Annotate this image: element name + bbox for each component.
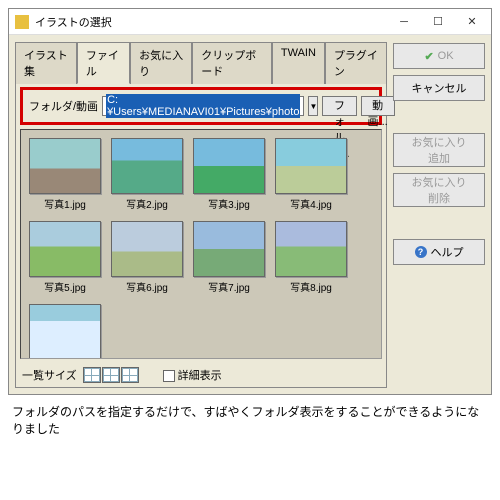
- app-icon: [15, 15, 29, 29]
- thumbnail-image: [193, 138, 265, 194]
- file-name: 写真5.jpg: [29, 279, 101, 294]
- tab-favorites[interactable]: お気に入り: [130, 42, 192, 84]
- browse-movie-button[interactable]: 動画...: [361, 96, 395, 116]
- file-name: 写真7.jpg: [193, 279, 265, 294]
- thumbnail-image: [275, 221, 347, 277]
- file-name: 写真3.jpg: [193, 196, 265, 211]
- thumbnail-list[interactable]: 写真1.jpg 写真2.jpg 写真3.jpg 写真4.jpg 写真5.jpg …: [20, 129, 382, 359]
- size-medium-button[interactable]: [102, 367, 120, 383]
- size-small-button[interactable]: [83, 367, 101, 383]
- tab-illustrations[interactable]: イラスト集: [15, 42, 77, 84]
- file-name: 写真1.jpg: [29, 196, 101, 211]
- minimize-button[interactable]: ─: [387, 11, 421, 33]
- tab-plugin[interactable]: プラグイン: [325, 42, 387, 84]
- tab-clipboard[interactable]: クリップボード: [192, 42, 272, 84]
- thumbnail-image: [111, 138, 183, 194]
- list-item[interactable]: 写真5.jpg: [29, 221, 101, 294]
- close-button[interactable]: ✕: [455, 11, 489, 33]
- browse-folder-button[interactable]: フォルダ...: [322, 96, 356, 116]
- file-name: 写真2.jpg: [111, 196, 183, 211]
- help-button[interactable]: ?ヘルプ: [393, 239, 485, 265]
- list-item[interactable]: 写真7.jpg: [193, 221, 265, 294]
- list-item[interactable]: 写真3.jpg: [193, 138, 265, 211]
- dialog-window: イラストの選択 ─ ☐ ✕ イラスト集 ファイル お気に入り クリップボード T…: [8, 8, 492, 395]
- file-name: 写真6.jpg: [111, 279, 183, 294]
- path-row-highlight: フォルダ/動画 C:¥Users¥MEDIANAVI01¥Pictures¥ph…: [20, 87, 382, 125]
- titlebar: イラストの選択 ─ ☐ ✕: [9, 9, 491, 35]
- window-title: イラストの選択: [35, 14, 387, 30]
- checkbox-icon: [163, 370, 175, 382]
- thumbnail-image: [29, 304, 101, 359]
- size-large-button[interactable]: [121, 367, 139, 383]
- cancel-button[interactable]: キャンセル: [393, 75, 485, 101]
- caption-text: フォルダのパスを指定するだけで、すばやくフォルダ表示をすることができるようになり…: [8, 401, 492, 439]
- tab-strip: イラスト集 ファイル お気に入り クリップボード TWAIN プラグイン: [15, 41, 387, 83]
- thumbnail-image: [193, 221, 265, 277]
- tab-twain[interactable]: TWAIN: [272, 42, 325, 84]
- check-icon: ✔: [424, 50, 433, 63]
- file-name: 写真4.jpg: [275, 196, 347, 211]
- file-name: 写真8.jpg: [275, 279, 347, 294]
- tab-file[interactable]: ファイル: [77, 42, 130, 84]
- list-item[interactable]: [29, 304, 101, 359]
- list-size-label: 一覧サイズ: [22, 367, 77, 383]
- list-item[interactable]: 写真2.jpg: [111, 138, 183, 211]
- thumbnail-image: [29, 221, 101, 277]
- folder-path-input[interactable]: C:¥Users¥MEDIANAVI01¥Pictures¥photo: [102, 96, 304, 116]
- favorite-delete-button[interactable]: お気に入り 削除: [393, 173, 485, 207]
- favorite-add-button[interactable]: お気に入り 追加: [393, 133, 485, 167]
- help-icon: ?: [415, 246, 427, 258]
- maximize-button[interactable]: ☐: [421, 11, 455, 33]
- list-item[interactable]: 写真4.jpg: [275, 138, 347, 211]
- detail-view-checkbox[interactable]: 詳細表示: [163, 367, 222, 383]
- list-item[interactable]: 写真1.jpg: [29, 138, 101, 211]
- path-label: フォルダ/動画: [29, 98, 98, 114]
- ok-button[interactable]: ✔OK: [393, 43, 485, 69]
- list-item[interactable]: 写真8.jpg: [275, 221, 347, 294]
- thumbnail-image: [29, 138, 101, 194]
- thumbnail-image: [111, 221, 183, 277]
- list-item[interactable]: 写真6.jpg: [111, 221, 183, 294]
- path-dropdown-icon[interactable]: ▼: [308, 96, 318, 116]
- thumbnail-image: [275, 138, 347, 194]
